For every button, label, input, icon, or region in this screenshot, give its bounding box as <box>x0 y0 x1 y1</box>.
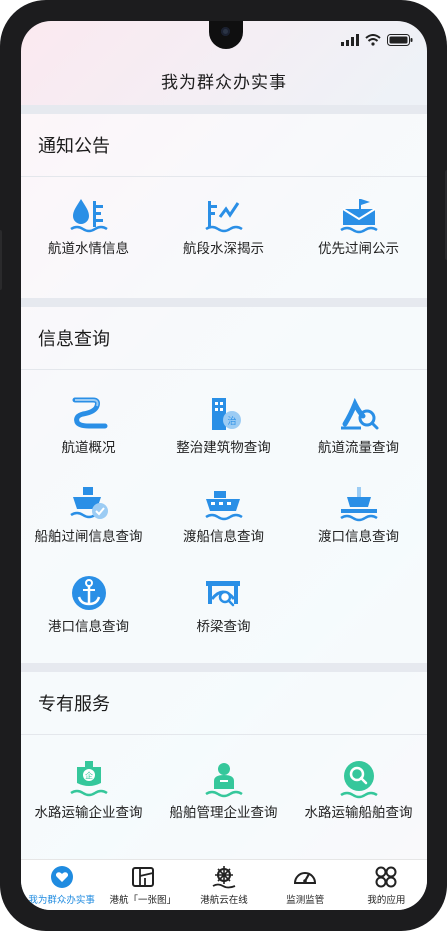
app-header: 我为群众办实事 <box>21 55 427 105</box>
grid-item-label: 桥梁查询 <box>196 619 251 635</box>
grid-item-port[interactable]: 港口信息查询 <box>21 573 156 636</box>
grid-item-transport-ship[interactable]: 水路运输船舶查询 <box>291 759 426 822</box>
tab-label: 港航云在线 <box>200 895 248 906</box>
tab-label: 港航「一张图」 <box>109 895 177 906</box>
tab-my-apps[interactable]: 我的应用 <box>346 860 427 910</box>
tab-label: 我的应用 <box>367 895 406 906</box>
section-service: 专有服务 企 水路运输企业查询 船舶管理企业查询 水路运输船舶查询 <box>21 672 427 862</box>
volume-button <box>0 230 2 290</box>
section-title: 专有服务 <box>21 672 427 735</box>
notch <box>209 21 243 49</box>
grid-item-label: 船舶管理企业查询 <box>169 805 278 821</box>
tab-service[interactable]: 我为群众办实事 <box>21 860 102 910</box>
tab-monitor[interactable]: 监测监管 <box>265 860 346 910</box>
grid-item-label: 航道水情信息 <box>48 241 129 257</box>
svg-text:企: 企 <box>85 771 93 781</box>
waterway-icon <box>72 397 107 429</box>
screen: 我为群众办实事 通知公告 航道水情信息 航段水深揭示 优先过闸公示 信息查询 航… <box>21 21 427 910</box>
divider <box>21 663 427 672</box>
section-title: 通知公告 <box>21 114 427 177</box>
tab-cloud[interactable]: 港航云在线 <box>183 860 264 910</box>
apps-icon <box>375 866 397 888</box>
tab-label: 监测监管 <box>286 895 325 906</box>
bridge-search-icon <box>205 581 240 607</box>
lock-gate-flag-icon <box>339 199 378 234</box>
grid-item-ship-management[interactable]: 船舶管理企业查询 <box>156 759 291 822</box>
divider <box>21 298 427 307</box>
gauge-icon <box>294 872 317 884</box>
anchor-icon <box>71 576 106 610</box>
grid-item-label: 航道概况 <box>61 440 116 456</box>
bottom-tab-bar: 我为群众办实事 港航「一张图」 港航云在线 监测监管 我的应用 <box>21 859 427 910</box>
heart-hand-icon <box>50 866 73 888</box>
battery-icon <box>387 34 413 46</box>
grid-item-building[interactable]: 治 整治建筑物查询 <box>156 394 291 457</box>
tab-map[interactable]: 港航「一张图」 <box>102 860 183 910</box>
grid-item-label: 优先过闸公示 <box>318 241 399 257</box>
grid-item-label: 渡船信息查询 <box>183 529 264 545</box>
grid-item-flow[interactable]: 航道流量查询 <box>291 394 426 457</box>
section-notice: 通知公告 航道水情信息 航段水深揭示 优先过闸公示 <box>21 114 427 298</box>
ferry-port-icon <box>339 487 378 522</box>
signal-icon <box>341 34 359 46</box>
section-title: 信息查询 <box>21 307 427 370</box>
ship-wheel-icon <box>212 866 236 889</box>
grid-item-label: 渡口信息查询 <box>318 529 399 545</box>
grid-item-label: 船舶过闸信息查询 <box>34 529 143 545</box>
divider <box>21 105 427 114</box>
status-bar <box>341 33 413 47</box>
wifi-icon <box>365 34 381 46</box>
enterprise-ship-icon: 企 <box>69 761 108 797</box>
tab-label: 我为群众办实事 <box>28 895 95 906</box>
ferry-icon <box>204 491 243 521</box>
flow-search-icon <box>340 397 378 430</box>
grid-item-label: 水路运输船舶查询 <box>304 805 413 821</box>
grid-item-label: 港口信息查询 <box>48 619 129 635</box>
grid-item-transport-enterprise[interactable]: 企 水路运输企业查询 <box>21 759 156 822</box>
water-depth-icon <box>204 201 243 233</box>
grid-item-ship-lock[interactable]: 船舶过闸信息查询 <box>21 483 156 546</box>
grid-item-label: 航道流量查询 <box>318 440 399 456</box>
ship-check-icon <box>69 487 108 519</box>
grid-item-ferry-port[interactable]: 渡口信息查询 <box>291 483 426 546</box>
building-icon: 治 <box>211 398 241 430</box>
phone-frame: 我为群众办实事 通知公告 航道水情信息 航段水深揭示 优先过闸公示 信息查询 航… <box>0 0 447 931</box>
grid-item-label: 水路运输企业查询 <box>34 805 143 821</box>
section-query: 信息查询 航道概况 治 整治建筑物查询 航道流量查询 船舶过闸信息查询 渡船信息… <box>21 307 427 663</box>
water-level-icon <box>69 199 108 233</box>
grid-item-lock-priority[interactable]: 优先过闸公示 <box>291 195 426 258</box>
map-icon <box>131 867 154 887</box>
grid-item-water-depth[interactable]: 航段水深揭示 <box>156 195 291 258</box>
grid-item-waterway[interactable]: 航道概况 <box>21 394 156 457</box>
grid-item-ferry[interactable]: 渡船信息查询 <box>156 483 291 546</box>
page-title: 我为群众办实事 <box>161 72 287 93</box>
camera-icon <box>221 27 230 36</box>
grid-item-bridge[interactable]: 桥梁查询 <box>156 573 291 636</box>
grid-item-label: 整治建筑物查询 <box>176 440 271 456</box>
grid-item-label: 航段水深揭示 <box>183 241 264 257</box>
svg-text:治: 治 <box>227 415 236 427</box>
grid-item-water-info[interactable]: 航道水情信息 <box>21 195 156 258</box>
ship-search-icon <box>339 761 378 799</box>
ship-manage-icon <box>204 763 243 798</box>
